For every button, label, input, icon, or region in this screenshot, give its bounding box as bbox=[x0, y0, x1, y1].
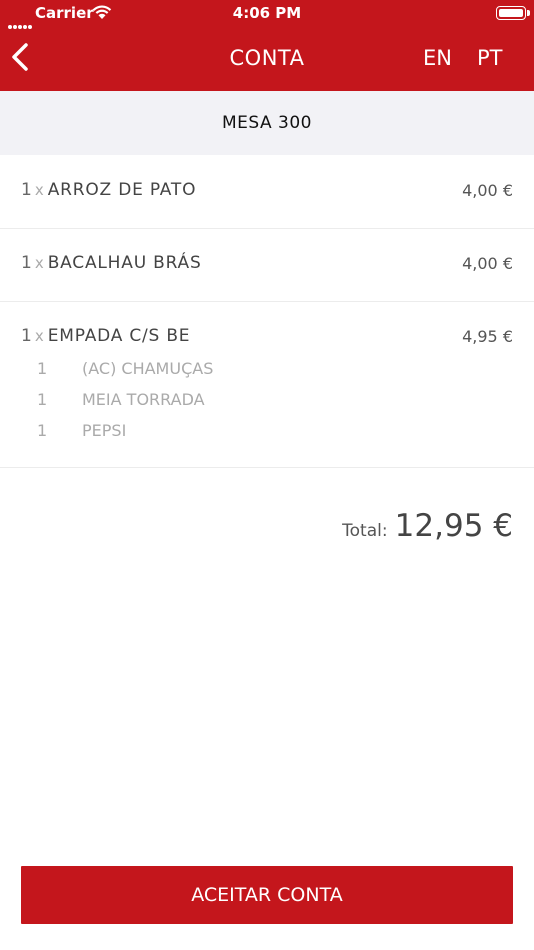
sub-item-name: PEPSI bbox=[82, 421, 127, 440]
item-quantity: 1 bbox=[21, 326, 32, 346]
bill-item-row: 1 x EMPADA C/S BE 4,95 € bbox=[21, 326, 513, 348]
total-value: 12,95 € bbox=[394, 508, 513, 544]
item-quantity: 1 bbox=[21, 180, 32, 200]
sub-item: 1 PEPSI bbox=[37, 421, 126, 440]
total-label: Total: bbox=[342, 521, 388, 541]
item-times-sign: x bbox=[34, 327, 44, 345]
item-name: EMPADA C/S BE bbox=[47, 326, 191, 346]
item-price: 4,00 € bbox=[462, 181, 513, 200]
language-pt-button[interactable]: PT bbox=[477, 46, 503, 70]
bill-item: 1 x BACALHAU BRÁS 4,00 € bbox=[0, 229, 534, 302]
item-price: 4,00 € bbox=[462, 254, 513, 273]
sub-item-quantity: 1 bbox=[37, 359, 48, 378]
status-time: 4:06 PM bbox=[232, 4, 302, 22]
battery-icon bbox=[496, 6, 530, 20]
sub-item-quantity: 1 bbox=[37, 390, 48, 409]
nav-header: Carrier 4:06 PM CONTA EN PT bbox=[0, 0, 534, 91]
sub-item-name: MEIA TORRADA bbox=[82, 390, 205, 409]
item-times-sign: x bbox=[34, 181, 44, 199]
sub-item: 1 (AC) CHAMUÇAS bbox=[37, 359, 213, 378]
bill-item-row: 1 x ARROZ DE PATO 4,00 € bbox=[21, 180, 513, 202]
item-name: ARROZ DE PATO bbox=[47, 180, 197, 200]
page-title: CONTA bbox=[229, 46, 305, 70]
sub-item: 1 MEIA TORRADA bbox=[37, 390, 205, 409]
accept-bill-button[interactable]: ACEITAR CONTA bbox=[21, 866, 513, 924]
bill-total: Total: 12,95 € bbox=[342, 508, 513, 544]
item-quantity: 1 bbox=[21, 253, 32, 273]
table-label: MESA 300 bbox=[0, 91, 534, 155]
language-en-button[interactable]: EN bbox=[423, 46, 452, 70]
sub-item-name: (AC) CHAMUÇAS bbox=[82, 359, 214, 378]
item-times-sign: x bbox=[34, 254, 44, 272]
sub-item-quantity: 1 bbox=[37, 421, 48, 440]
item-price: 4,95 € bbox=[462, 327, 513, 346]
bill-item: 1 x ARROZ DE PATO 4,00 € bbox=[0, 155, 534, 229]
bill-item: 1 x EMPADA C/S BE 4,95 € 1 (AC) CHAMUÇAS 1… bbox=[0, 302, 534, 468]
status-bar: Carrier 4:06 PM bbox=[0, 0, 534, 29]
item-name: BACALHAU BRÁS bbox=[47, 253, 202, 273]
bill-item-row: 1 x BACALHAU BRÁS 4,00 € bbox=[21, 253, 513, 275]
